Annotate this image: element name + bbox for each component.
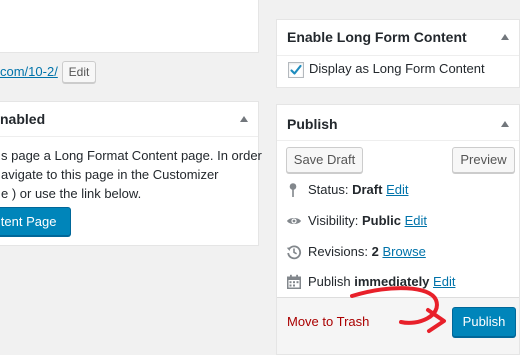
divider <box>277 55 519 56</box>
enable-long-form-title: Enable Long Form Content <box>287 29 467 45</box>
calendar-icon <box>287 274 301 289</box>
publish-date-text: Publish immediately Edit <box>308 272 455 292</box>
preview-button[interactable]: Preview <box>452 147 515 173</box>
enable-long-form-box: Enable Long Form Content Display as Long… <box>276 19 520 88</box>
publish-date-value: immediately <box>354 274 430 289</box>
revisions-icon <box>286 245 302 260</box>
publish-box-title: Publish <box>287 116 338 132</box>
description-line-3: e ) or use the link below. <box>1 186 142 201</box>
revisions-value: 2 <box>371 244 379 259</box>
collapse-caret-icon[interactable] <box>501 121 509 127</box>
publish-date-edit-link[interactable]: Edit <box>433 274 455 289</box>
pin-icon <box>289 183 297 197</box>
revisions-label: Revisions: <box>308 244 368 259</box>
display-long-form-label[interactable]: Display as Long Form Content <box>309 61 485 77</box>
description-line-1: s page a Long Format Content page. In or… <box>1 148 262 163</box>
collapse-caret-icon[interactable] <box>240 116 248 122</box>
collapse-caret-icon[interactable] <box>501 34 509 40</box>
publish-date-label: Publish <box>308 274 351 289</box>
divider <box>0 136 258 137</box>
revisions-browse-link[interactable]: Browse <box>382 244 425 259</box>
visibility-text: Visibility: Public Edit <box>308 211 427 231</box>
eye-icon <box>287 218 301 224</box>
long-format-box-title: nabled <box>0 111 46 127</box>
permalink-edit-button[interactable]: Edit <box>62 61 96 83</box>
status-label: Status: <box>308 182 349 197</box>
status-value: Draft <box>352 182 383 197</box>
description-line-2: avigate to this page in the Customizer <box>1 167 219 182</box>
status-text: Status: Draft Edit <box>308 180 408 200</box>
permalink-url-link[interactable]: com/10-2/ <box>0 64 58 80</box>
status-edit-link[interactable]: Edit <box>386 182 408 197</box>
display-long-form-checkbox[interactable] <box>288 62 304 78</box>
visibility-value: Public <box>361 213 401 228</box>
move-to-trash-link[interactable]: Move to Trash <box>287 314 369 330</box>
revisions-text: Revisions: 2 Browse <box>308 242 426 262</box>
long-format-description: s page a Long Format Content page. In or… <box>1 146 262 203</box>
long-format-box: nabled s page a Long Format Content page… <box>0 101 262 246</box>
checkmark-icon <box>290 64 302 75</box>
divider <box>277 140 519 141</box>
visibility-label: Visibility: <box>308 213 359 228</box>
permalink-box <box>0 0 259 53</box>
save-draft-button[interactable]: Save Draft <box>286 147 363 173</box>
long-format-content-page-button[interactable]: ntent Page <box>0 207 71 236</box>
visibility-edit-link[interactable]: Edit <box>405 213 427 228</box>
publish-button[interactable]: Publish <box>452 307 516 337</box>
